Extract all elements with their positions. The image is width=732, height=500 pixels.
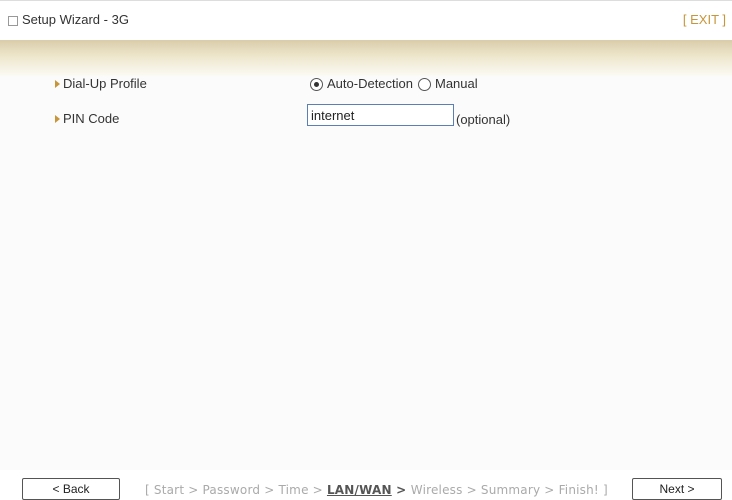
step-separator: > (540, 483, 559, 497)
dialup-profile-label: Dial-Up Profile (63, 76, 147, 91)
step-start: Start (153, 483, 185, 497)
radio-manual[interactable] (418, 78, 431, 91)
window-icon (8, 16, 18, 26)
exit-link[interactable]: [ EXIT ] (683, 12, 726, 27)
next-button[interactable]: Next > (632, 478, 722, 500)
step-finish: Finish! (558, 483, 599, 497)
steps-close-bracket: ] (598, 483, 608, 497)
pin-code-input[interactable] (307, 104, 454, 126)
step-time: Time (278, 483, 309, 497)
wizard-content (0, 76, 732, 470)
step-separator: > (260, 483, 279, 497)
header-band (0, 40, 732, 76)
step-separator: > (391, 483, 411, 497)
step-separator: > (184, 483, 203, 497)
wizard-title: Setup Wizard - 3G (22, 12, 129, 27)
steps-open-bracket: [ (145, 483, 154, 497)
arrow-bullet-icon (55, 80, 60, 88)
arrow-bullet-icon (55, 115, 60, 123)
back-button[interactable]: < Back (22, 478, 120, 500)
pin-code-label: PIN Code (63, 111, 120, 126)
radio-auto-detection[interactable] (310, 78, 323, 91)
title-bar: Setup Wizard - 3G [ EXIT ] (0, 0, 732, 41)
manual-label[interactable]: Manual (435, 76, 478, 91)
step-wireless: Wireless (410, 483, 463, 497)
step-password: Password (202, 483, 261, 497)
wizard-steps: [ Start > Password > Time > LAN/WAN > Wi… (145, 483, 608, 497)
step-separator: > (308, 483, 327, 497)
optional-hint: (optional) (456, 112, 511, 127)
step-summary: Summary (480, 483, 541, 497)
auto-detection-label[interactable]: Auto-Detection (327, 76, 413, 91)
step-separator: > (462, 483, 481, 497)
step-lan-wan-current: LAN/WAN (326, 483, 392, 497)
